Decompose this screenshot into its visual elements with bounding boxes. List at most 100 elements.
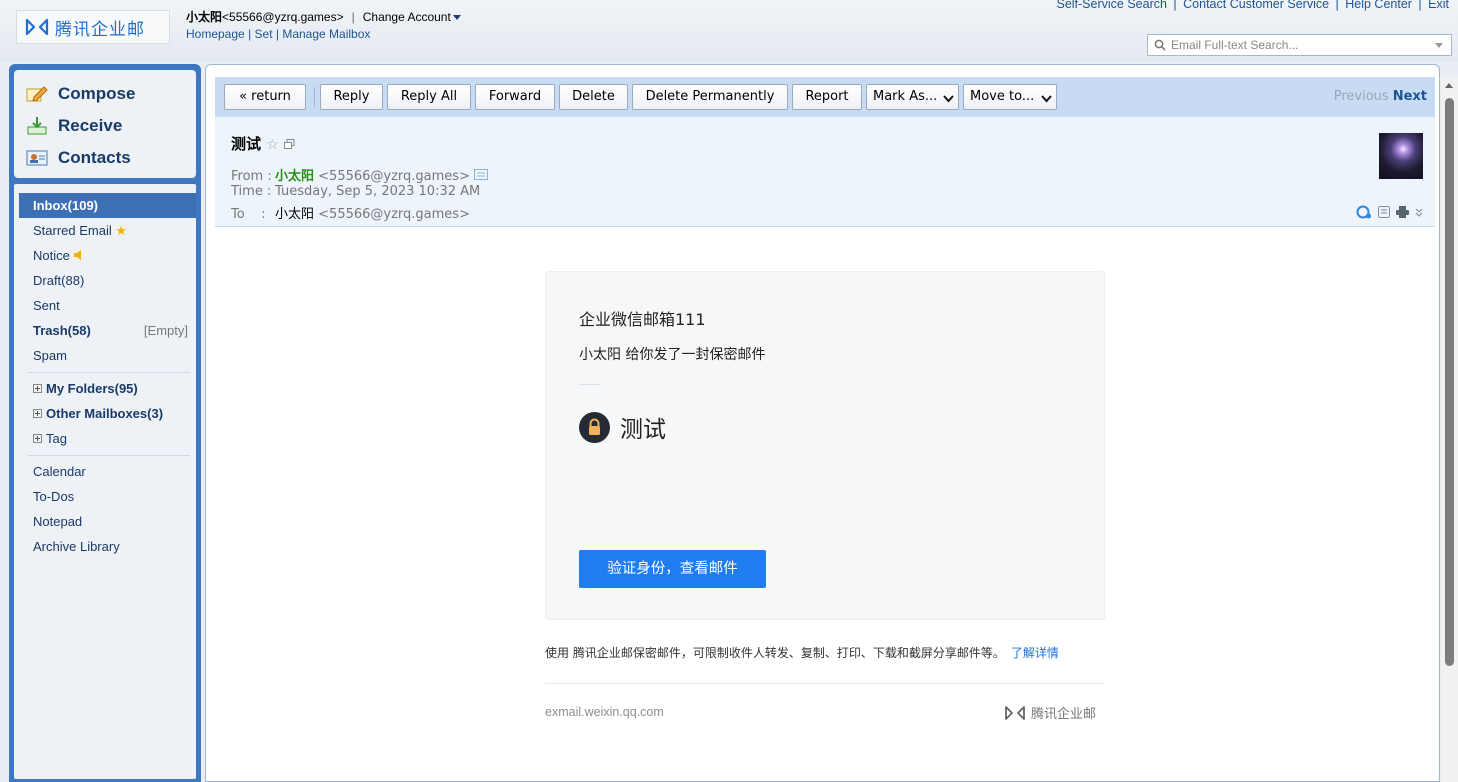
- secure-mail-footer-note: 使用 腾讯企业邮保密邮件，可限制收件人转发、复制、打印、下载和截屏分享邮件等。了…: [545, 644, 1059, 661]
- nav-calendar[interactable]: Calendar: [14, 459, 196, 484]
- divider: [579, 384, 601, 385]
- top-header: 腾讯企业邮 小太阳<55566@yzrq.games> | Change Accou…: [0, 0, 1458, 62]
- folder-inbox[interactable]: Inbox(109): [19, 193, 196, 218]
- mark-as-select[interactable]: Mark As...: [866, 84, 959, 110]
- time-value: Tuesday, Sep 5, 2023 10:32 AM: [275, 184, 481, 199]
- sender-name[interactable]: 小太阳: [275, 169, 314, 184]
- recipient-address: <55566@yzrq.games>: [318, 207, 470, 222]
- divider: [28, 372, 190, 373]
- search-placeholder: Email Full-text Search...: [1171, 38, 1299, 52]
- print-icon[interactable]: [1396, 206, 1409, 221]
- reply-all-button[interactable]: Reply All: [387, 84, 471, 110]
- vcard-icon[interactable]: [474, 169, 489, 184]
- mail-view: « return Reply Reply All Forward Delete …: [205, 64, 1440, 782]
- nav-notepad[interactable]: Notepad: [14, 509, 196, 534]
- scroll-thumb[interactable]: [1445, 98, 1454, 666]
- chat-icon[interactable]: [1356, 205, 1372, 222]
- caret-down-icon: [452, 15, 461, 21]
- my-folders-label: My Folders(95): [46, 381, 138, 396]
- other-mailboxes-label: Other Mailboxes(3): [46, 406, 164, 421]
- self-service-search-link[interactable]: Self-Service Search: [1056, 0, 1166, 11]
- footer-logo: 腾讯企业邮: [1004, 703, 1096, 722]
- search-input[interactable]: Email Full-text Search...: [1147, 34, 1452, 56]
- search-icon: [1154, 39, 1166, 51]
- folder-spam[interactable]: Spam: [14, 343, 196, 368]
- move-to-label: Move to...: [970, 89, 1035, 104]
- learn-more-link[interactable]: 了解详情: [1011, 646, 1059, 660]
- folder-list: Inbox(109) Starred Email ★ Notice Draft(…: [14, 184, 196, 779]
- compose-button[interactable]: Compose: [26, 78, 184, 110]
- to-row: To : 小太阳 <55566@yzrq.games>: [231, 203, 470, 222]
- to-label: To :: [231, 207, 266, 222]
- recipient-name[interactable]: 小太阳: [275, 207, 314, 222]
- open-window-icon[interactable]: [284, 135, 295, 153]
- set-link[interactable]: Set: [255, 27, 273, 41]
- footer-logo-text: 腾讯企业邮: [1031, 707, 1097, 722]
- account-area: 小太阳<55566@yzrq.games> | Change Account Hom…: [186, 9, 461, 43]
- nav-archive-library[interactable]: Archive Library: [14, 534, 196, 559]
- scroll-up-icon[interactable]: [1445, 83, 1453, 88]
- star-outline-icon[interactable]: ☆: [266, 137, 279, 153]
- contacts-button[interactable]: Contacts: [26, 142, 184, 174]
- contacts-icon: [26, 148, 48, 168]
- expand-icon[interactable]: [33, 434, 42, 443]
- compose-label: Compose: [58, 84, 136, 103]
- empty-trash-link[interactable]: [Empty]: [144, 318, 188, 343]
- nav-todos[interactable]: To-Dos: [14, 484, 196, 509]
- receive-icon: [26, 116, 48, 136]
- homepage-link[interactable]: Homepage: [186, 27, 245, 41]
- change-account-link[interactable]: Change Account: [363, 10, 461, 24]
- secure-mail-card: 企业微信邮箱111 小太阳 给你发了一封保密邮件 测试 验证身份，查看邮件: [545, 271, 1105, 620]
- search-dropdown-icon[interactable]: [1435, 43, 1443, 48]
- report-button[interactable]: Report: [792, 84, 862, 110]
- forward-button[interactable]: Forward: [475, 84, 555, 110]
- folder-notice[interactable]: Notice: [14, 243, 196, 268]
- mark-as-label: Mark As...: [873, 89, 938, 104]
- manage-mailbox-link[interactable]: Manage Mailbox: [282, 27, 370, 41]
- more-chevron-icon[interactable]: [1415, 206, 1423, 221]
- top-links: Self-Service Search | Contact Customer S…: [1056, 0, 1449, 11]
- verify-identity-button[interactable]: 验证身份，查看邮件: [579, 550, 766, 588]
- sender-avatar[interactable]: [1379, 133, 1423, 179]
- separator: |: [351, 10, 355, 24]
- note-icon[interactable]: [1378, 206, 1390, 221]
- reply-button[interactable]: Reply: [320, 84, 383, 110]
- secure-title-row: 测试: [579, 410, 666, 444]
- folder-draft[interactable]: Draft(88): [14, 268, 196, 293]
- change-account-label: Change Account: [362, 10, 451, 24]
- quick-actions: Compose Receive Contacts: [14, 70, 196, 178]
- from-row: From : 小太阳 <55566@yzrq.games>: [231, 165, 489, 184]
- folder-trash-label: Trash(58): [33, 323, 91, 338]
- next-link[interactable]: Next: [1393, 89, 1427, 104]
- return-button[interactable]: « return: [224, 84, 306, 110]
- mail-header-actions: [1356, 205, 1423, 222]
- footer-note-text: 使用 腾讯企业邮保密邮件，可限制收件人转发、复制、打印、下载和截屏分享邮件等。: [545, 646, 1005, 660]
- folder-trash[interactable]: Trash(58) [Empty]: [14, 318, 196, 343]
- folder-other-mailboxes[interactable]: Other Mailboxes(3): [14, 401, 196, 426]
- mail-toolbar: « return Reply Reply All Forward Delete …: [215, 77, 1435, 117]
- folder-starred[interactable]: Starred Email ★: [14, 218, 196, 243]
- toolbar-separator: [314, 87, 315, 107]
- contact-service-link[interactable]: Contact Customer Service: [1183, 0, 1329, 11]
- company-name: 企业微信邮箱111: [579, 310, 706, 329]
- delete-permanently-button[interactable]: Delete Permanently: [632, 84, 788, 110]
- exit-link[interactable]: Exit: [1428, 0, 1449, 11]
- delete-button[interactable]: Delete: [559, 84, 628, 110]
- user-email: <55566@yzrq.games>: [222, 10, 344, 24]
- mail-pager: Previous Next: [1334, 89, 1427, 104]
- time-row: Time : Tuesday, Sep 5, 2023 10:32 AM: [231, 184, 480, 199]
- folder-my-folders[interactable]: My Folders(95): [14, 376, 196, 401]
- from-label: From :: [231, 169, 272, 184]
- previous-link[interactable]: Previous: [1334, 89, 1389, 104]
- receive-button[interactable]: Receive: [26, 110, 184, 142]
- folder-sent[interactable]: Sent: [14, 293, 196, 318]
- folder-tag[interactable]: Tag: [14, 426, 196, 451]
- expand-icon[interactable]: [33, 384, 42, 393]
- help-center-link[interactable]: Help Center: [1345, 0, 1412, 11]
- vertical-scrollbar[interactable]: [1441, 78, 1458, 782]
- chevron-down-icon: [942, 90, 955, 103]
- expand-icon[interactable]: [33, 409, 42, 418]
- folder-notice-label: Notice: [33, 248, 70, 263]
- move-to-select[interactable]: Move to...: [963, 84, 1057, 110]
- logo[interactable]: 腾讯企业邮: [16, 10, 170, 44]
